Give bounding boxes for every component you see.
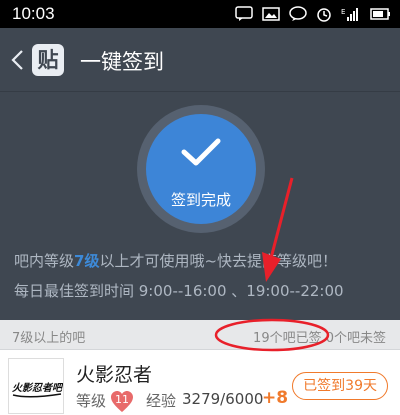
level-requirement-prefix: 吧内等级 — [14, 252, 75, 270]
forum-name: 火影忍者 — [76, 364, 153, 386]
section-header: 7级以上的吧 19个吧已签 0个吧未签 — [0, 320, 400, 350]
signin-done-ring: 签到完成 — [137, 105, 265, 233]
tieba-logo: 贴 — [32, 44, 64, 76]
level-label: 等级 — [76, 392, 107, 410]
level-requirement-text: 吧内等级7级以上才可使用哦~快去提高等级吧！ — [14, 250, 337, 271]
battery-icon — [370, 8, 390, 20]
back-icon[interactable] — [8, 48, 28, 72]
level-requirement-suffix: 以上才可使用哦~快去提高等级吧！ — [99, 252, 338, 270]
svg-text:E: E — [341, 8, 345, 16]
signal-icon: E — [341, 8, 358, 21]
exp-gain: +8 — [262, 388, 289, 408]
exp-value: 3279/6000 — [182, 390, 264, 408]
forum-avatar-text: 火影忍者吧 — [12, 382, 64, 394]
level-requirement-level: 7级 — [74, 252, 100, 270]
list-item[interactable]: 火影忍者吧 火影忍者 等级 11 经验 3279/6000 +8 已签到39天 — [0, 350, 400, 415]
status-bar: 10:03 E — [0, 0, 400, 28]
best-time-text: 每日最佳签到时间 9:00--16:00 、19:00--22:00 — [14, 282, 344, 300]
chat-icon — [289, 6, 307, 21]
forum-avatar: 火影忍者吧 — [8, 358, 64, 414]
level-badge: 11 — [110, 390, 134, 414]
exp-label: 经验 — [146, 392, 177, 410]
signin-summary: 19个吧已签 0个吧未签 — [253, 331, 386, 346]
app-bar: 贴 一键签到 — [0, 28, 400, 92]
alarm-icon — [317, 8, 331, 22]
message-icon — [235, 6, 253, 21]
check-icon — [181, 138, 221, 166]
signin-done-label: 签到完成 — [170, 191, 231, 209]
signin-done-button[interactable]: 签到完成 — [146, 114, 256, 224]
image-icon — [262, 7, 280, 21]
page-title: 一键签到 — [80, 50, 164, 74]
signed-days-badge: 已签到39天 — [292, 372, 388, 400]
status-time: 10:03 — [12, 4, 55, 23]
level-number: 11 — [115, 393, 129, 406]
forum-avatar-logo: 火影忍者吧 — [9, 359, 64, 413]
signin-panel: 签到完成 吧内等级7级以上才可使用哦~快去提高等级吧！ 每日最佳签到时间 9:0… — [0, 92, 400, 320]
section-title: 7级以上的吧 — [12, 331, 86, 346]
status-icons: E — [235, 5, 392, 23]
